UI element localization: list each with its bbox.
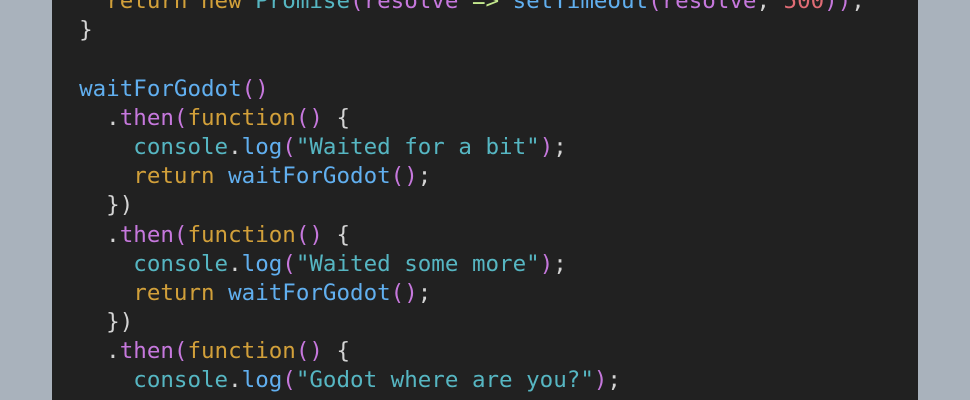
code-token: waitForGodot [79, 75, 242, 102]
code-token: . [52, 104, 120, 131]
code-token: console [133, 133, 229, 160]
code-token: waitForGodot [228, 163, 391, 190]
code-token: "Waited for a bit" [295, 133, 540, 160]
code-token: . [228, 133, 242, 160]
code-token: 500 [783, 0, 825, 14]
code-token: () [390, 279, 418, 306]
code-token: ; [417, 279, 432, 306]
code-token: then [119, 221, 174, 248]
code-token: ; [851, 0, 865, 14]
code-token: . [52, 338, 120, 365]
code-token: ) [539, 133, 554, 160]
code-token: setTimeout [512, 0, 649, 14]
code-token: ) [593, 367, 608, 394]
code-token: function [187, 338, 296, 365]
code-token: ( [350, 0, 364, 14]
code-token: function [187, 104, 296, 131]
code-line: return waitForGodot(); [52, 279, 865, 308]
code-token: "Waited some more" [295, 250, 540, 277]
code-token: . [52, 221, 120, 248]
code-line: }) [52, 191, 865, 220]
code-line: ​ [52, 45, 865, 74]
code-token: ; [607, 367, 621, 394]
code-token: . [228, 250, 242, 277]
code-token: then [119, 338, 174, 365]
code-token: { [322, 104, 351, 131]
code-token: console [133, 367, 229, 394]
code-token: return [133, 279, 215, 306]
code-token: } [52, 17, 93, 44]
code-line: .then(function() { [52, 337, 865, 366]
code-token: return [106, 0, 188, 14]
code-token: . [228, 367, 242, 394]
code-token: log [241, 367, 283, 394]
code-token: resolve [661, 0, 757, 14]
code-token: ( [173, 104, 188, 131]
code-token: log [241, 250, 283, 277]
code-token: Promise [255, 0, 351, 14]
code-token: new [201, 0, 242, 14]
code-token: resolve [363, 0, 459, 14]
code-line: return new Promise(resolve => setTimeout… [52, 0, 865, 16]
code-token: waitForGodot [228, 279, 391, 306]
code-token: { [322, 221, 351, 248]
code-token: return [133, 163, 215, 190]
code-token: => [471, 0, 500, 14]
code-token: }) [52, 192, 134, 219]
code-token: console [133, 250, 229, 277]
code-token: )) [824, 0, 852, 14]
code-token: ( [282, 367, 296, 394]
code-token: ; [553, 133, 567, 160]
code-token: ( [173, 338, 188, 365]
code-token: ( [173, 221, 188, 248]
code-line: return waitForGodot(); [52, 162, 865, 191]
code-token: function [187, 221, 296, 248]
code-line: waitForGodot() [52, 75, 865, 104]
code-token: ; [417, 163, 432, 190]
code-line: .then(function() { [52, 104, 865, 133]
code-token: () [390, 163, 418, 190]
code-token: () [295, 338, 323, 365]
code-token: () [295, 104, 323, 131]
code-token: () [295, 221, 323, 248]
code-line: console.log("Waited some more"); [52, 250, 865, 279]
code-token: , [756, 0, 784, 14]
code-token: () [241, 75, 269, 102]
code-token: ( [282, 133, 296, 160]
code-line: console.log("Godot where are you?"); [52, 366, 865, 395]
code-token: ( [648, 0, 662, 14]
code-token: ; [553, 250, 567, 277]
code-line: }) [52, 308, 865, 337]
code-token: ( [282, 250, 296, 277]
code-line: .then(function() { [52, 221, 865, 250]
code-token: "Godot where are you?" [295, 367, 594, 394]
code-token: log [241, 133, 283, 160]
code-line: console.log("Waited for a bit"); [52, 133, 865, 162]
code-token: { [322, 338, 351, 365]
code-token: ) [539, 250, 554, 277]
code-token: }) [52, 309, 134, 336]
code-block[interactable]: return new Promise(resolve => setTimeout… [52, 0, 865, 396]
code-token: then [119, 104, 174, 131]
code-editor[interactable]: return new Promise(resolve => setTimeout… [52, 0, 918, 400]
code-line: } [52, 16, 865, 45]
